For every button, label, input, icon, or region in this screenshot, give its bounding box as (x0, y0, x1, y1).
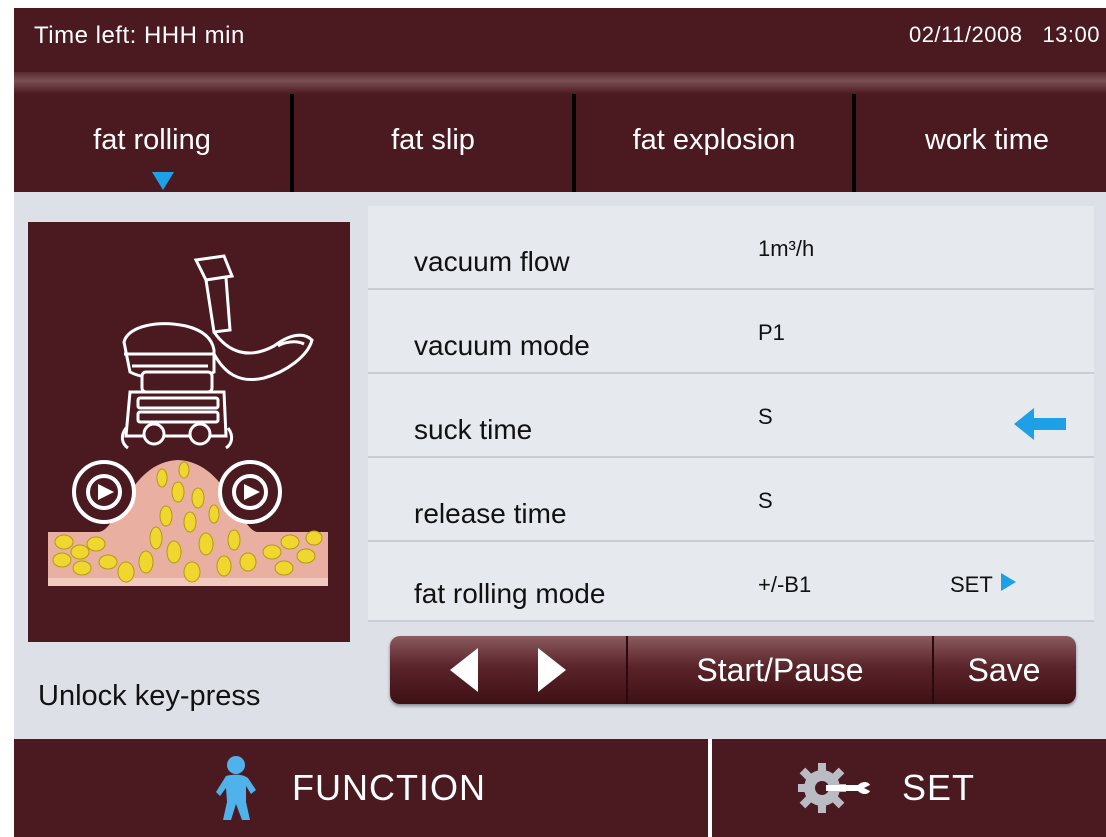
save-button[interactable]: Save (934, 636, 1074, 704)
mode-tabs: fat rolling fat slip fat explosion work … (14, 94, 1106, 192)
param-row-vacuum-mode[interactable]: vacuum mode P1 (368, 290, 1094, 374)
param-label: vacuum mode (414, 330, 590, 361)
header-divider-band (14, 72, 1106, 94)
settings-button[interactable]: SET (712, 739, 1106, 837)
arrow-left-icon[interactable] (1010, 404, 1070, 444)
tab-fat-explosion[interactable]: fat explosion (576, 94, 852, 192)
start-pause-button[interactable]: Start/Pause (628, 636, 932, 704)
param-label: suck time (414, 414, 533, 445)
triangle-right-small-icon (1000, 573, 1016, 591)
device-screen: Time left: HHH min 02/11/2008 13:00 fat r… (14, 8, 1106, 837)
treatment-illustration (28, 222, 350, 642)
tab-work-time[interactable]: work time (856, 94, 1106, 192)
param-row-suck-time[interactable]: suck time S (368, 374, 1094, 458)
triangle-left-icon[interactable] (450, 648, 478, 692)
tab-label: fat explosion (632, 124, 796, 156)
set-mode-label: SET (950, 572, 993, 597)
unlock-key-press-button[interactable]: Unlock key-press (38, 680, 260, 713)
status-bar: Time left: HHH min 02/11/2008 13:00 (14, 8, 1106, 72)
tab-fat-slip[interactable]: fat slip (294, 94, 572, 192)
param-value: S (758, 488, 773, 513)
clock-label: 13:00 (1042, 22, 1100, 47)
tab-fat-rolling[interactable]: fat rolling (14, 94, 290, 192)
param-row-vacuum-flow[interactable]: vacuum flow 1m³/h (368, 206, 1094, 290)
tab-label: fat slip (391, 124, 475, 156)
gear-wrench-icon (798, 763, 870, 813)
navigation-arrows (390, 636, 626, 704)
footer-nav: FUNCTION SET (14, 739, 1106, 837)
function-button[interactable]: FUNCTION (14, 739, 708, 837)
function-label: FUNCTION (292, 767, 486, 808)
set-mode-button[interactable]: SET (950, 572, 1016, 598)
tab-label: fat rolling (93, 124, 211, 156)
roller-right-icon (218, 460, 282, 524)
param-value: +/-B1 (758, 572, 812, 597)
parameter-list: vacuum flow 1m³/h vacuum mode P1 suck ti… (368, 206, 1094, 622)
param-row-fat-rolling-mode[interactable]: fat rolling mode +/-B1 SET (368, 542, 1094, 622)
date-label: 02/11/2008 (908, 22, 1023, 47)
param-value: P1 (758, 320, 785, 345)
param-label: fat rolling mode (414, 578, 606, 609)
param-label: release time (414, 498, 567, 529)
person-icon (216, 756, 256, 820)
roller-handpiece-illustration (48, 254, 328, 586)
triangle-right-icon[interactable] (538, 648, 566, 692)
tab-label: work time (924, 124, 1050, 156)
param-value: 1m³/h (758, 236, 815, 261)
datetime: 02/11/2008 13:00 (909, 22, 1100, 48)
param-value: S (758, 404, 773, 429)
time-left-label: Time left: HHH min (34, 22, 245, 49)
param-row-release-time[interactable]: release time S (368, 458, 1094, 542)
control-bar: Start/Pause Save (390, 636, 1076, 704)
triangle-down-icon (152, 172, 174, 190)
param-label: vacuum flow (414, 246, 570, 277)
roller-left-icon (72, 460, 136, 524)
set-label: SET (902, 767, 976, 808)
